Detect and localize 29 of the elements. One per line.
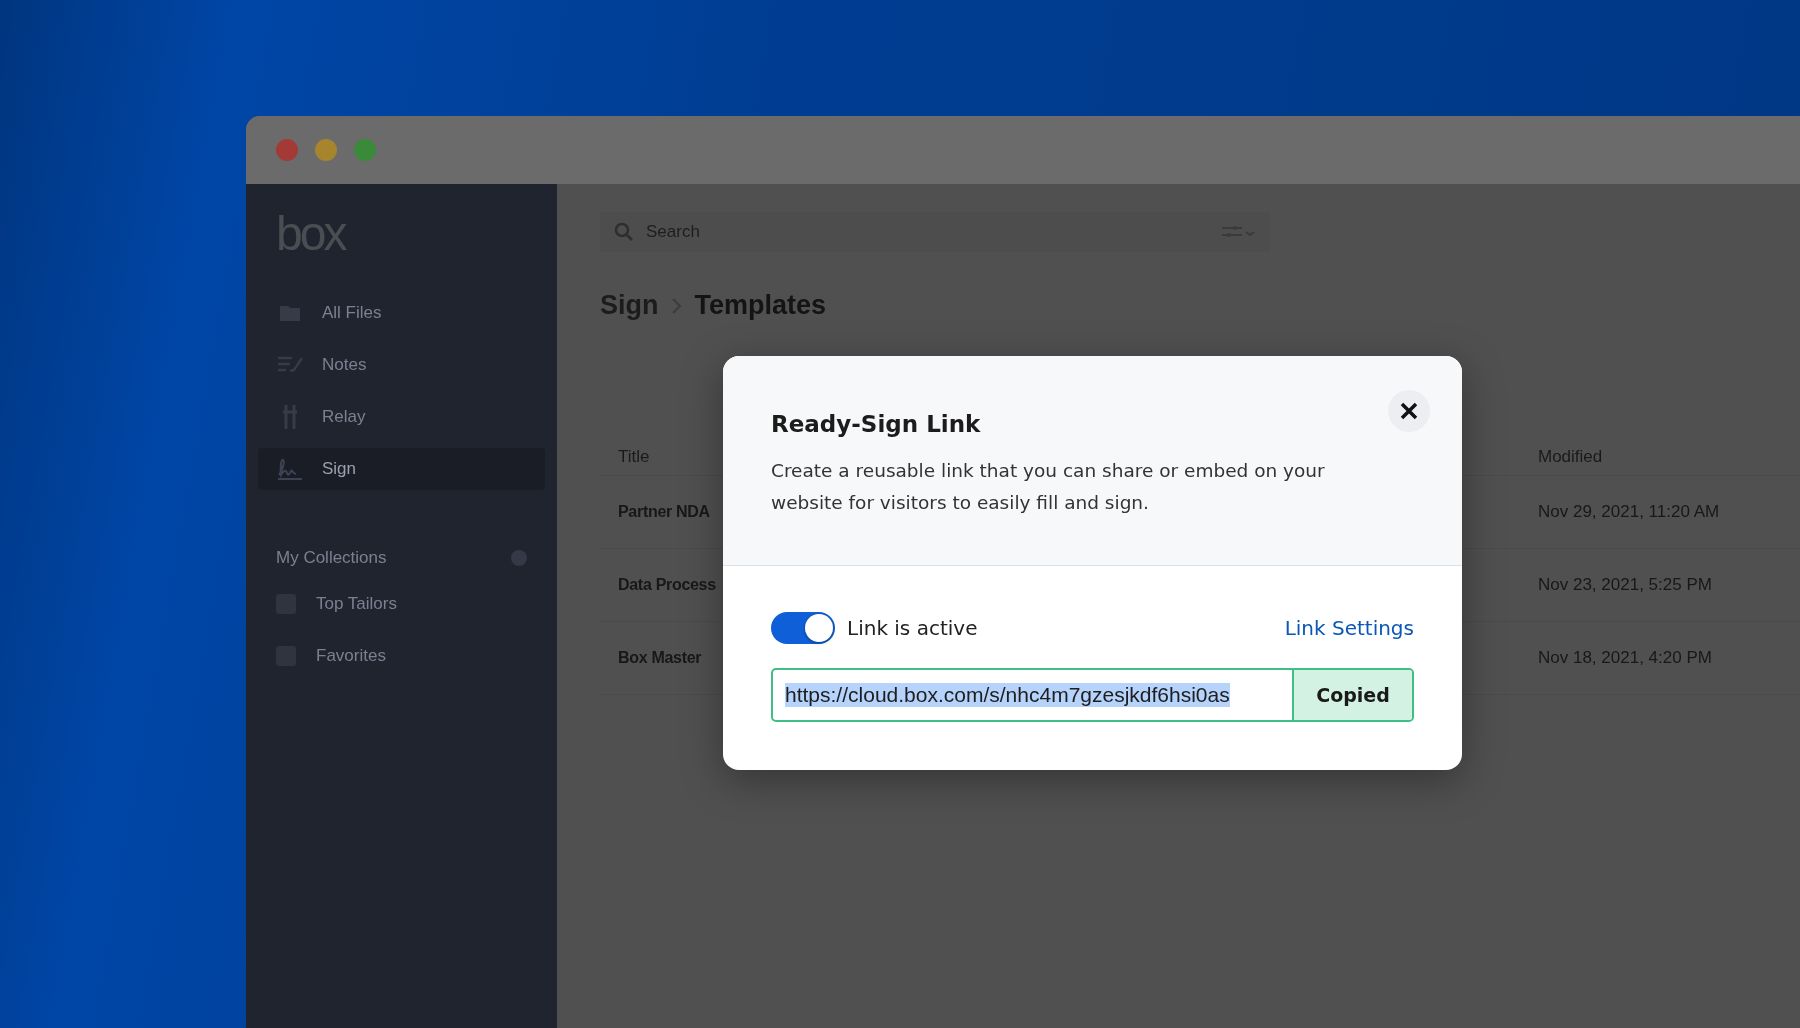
section-title: My Collections — [276, 548, 387, 568]
folder-icon — [279, 304, 301, 322]
notes-icon — [277, 355, 303, 375]
toggle-switch[interactable] — [771, 612, 835, 644]
table-cell: Nov 23, 2021, 5:25 PM — [1538, 575, 1712, 595]
toggle-label: Link is active — [847, 616, 978, 640]
relay-icon — [282, 404, 298, 430]
sidebar-item[interactable]: Sign — [258, 448, 545, 490]
sidebar-item[interactable]: All Files — [258, 292, 545, 334]
zoom-window-icon[interactable] — [354, 139, 376, 161]
table-cell: Nov 29, 2021, 11:20 AM — [1538, 502, 1720, 522]
table-cell: Nov 18, 2021, 4:20 PM — [1538, 648, 1712, 668]
close-window-icon[interactable] — [276, 139, 298, 161]
sidebar-item[interactable]: Relay — [258, 396, 545, 438]
link-settings-link[interactable]: Link Settings — [1284, 616, 1414, 640]
breadcrumb-item: Templates — [694, 290, 827, 321]
close-button[interactable] — [1388, 390, 1430, 432]
collection-item[interactable]: Top Tailors — [276, 584, 527, 624]
search-icon — [614, 222, 634, 242]
sidebar-item[interactable]: Notes — [258, 344, 545, 386]
collection-item[interactable]: Favorites — [276, 636, 527, 676]
table-cell: Partner NDA — [618, 503, 710, 521]
table-cell: Data Process — [618, 576, 716, 594]
dialog-description: Create a reusable link that you can share or embed on your website for visitors to easily fill and sign. — [771, 459, 1326, 515]
table-cell: Box Master — [618, 649, 702, 667]
close-icon — [1400, 402, 1418, 420]
dialog-title: Ready-Sign Link — [771, 411, 981, 437]
minimize-window-icon[interactable] — [315, 139, 337, 161]
signature-icon — [276, 457, 304, 481]
